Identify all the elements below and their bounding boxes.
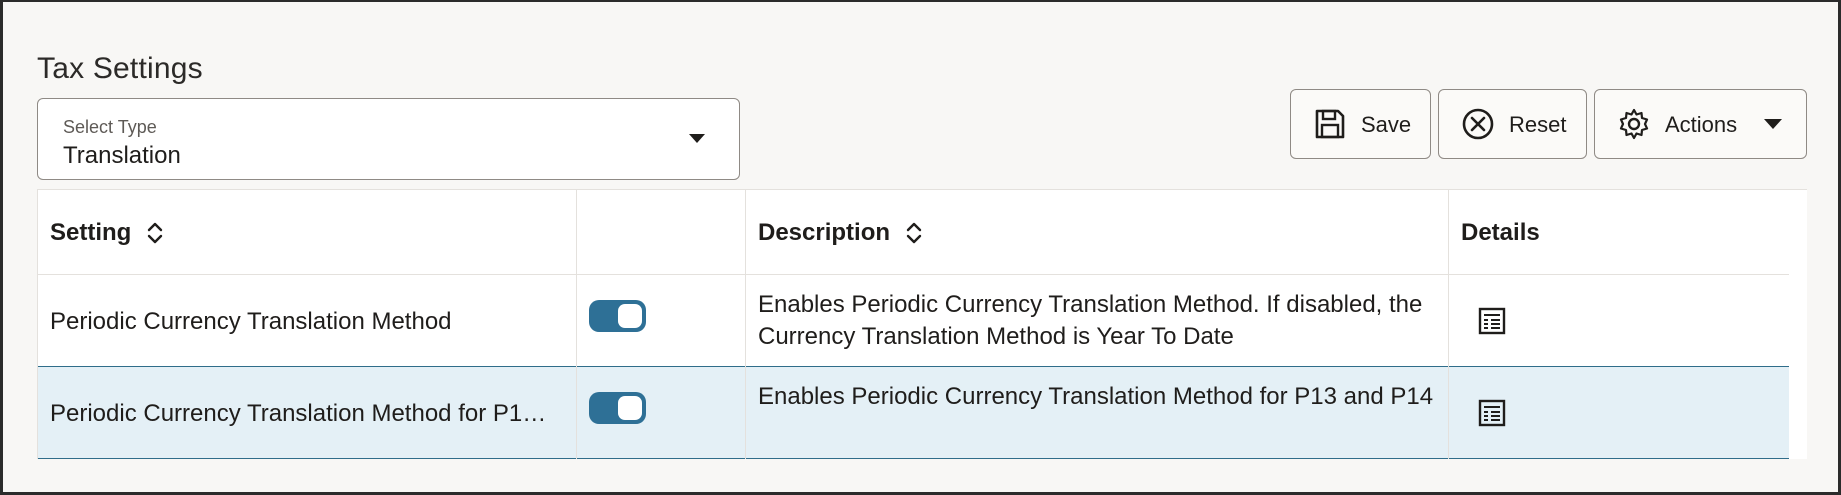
sort-icon [906,222,922,244]
setting-description: Enables Periodic Currency Translation Me… [758,291,1423,350]
save-button[interactable]: Save [1290,89,1431,159]
close-circle-icon [1461,107,1495,141]
toggle-knob [618,304,642,328]
app-frame: Tax Settings Select Type Translation Sav… [0,0,1841,495]
actions-button[interactable]: Actions [1594,89,1807,159]
reset-button[interactable]: Reset [1438,89,1587,159]
table-row[interactable]: Periodic Currency Translation Method Ena… [37,275,1789,367]
actions-button-label: Actions [1665,112,1738,137]
setting-name: Periodic Currency Translation Method [50,308,452,335]
column-divider [37,190,38,459]
table-row[interactable]: Periodic Currency Translation Method for… [37,367,1789,459]
column-header-details: Details [1461,219,1540,246]
chevron-down-icon [689,134,705,143]
save-button-label: Save [1361,112,1412,137]
save-icon [1313,107,1347,141]
toggle-knob [618,396,642,420]
settings-table: Setting Description Details Periodic Cur… [37,189,1807,459]
enabled-toggle[interactable] [589,392,646,424]
details-icon[interactable] [1477,398,1507,428]
sort-icon [148,222,163,244]
column-divider [745,190,746,459]
table-header: Setting Description Details [37,190,1789,275]
column-header-description-label: Description [758,219,891,246]
column-header-setting-label: Setting [50,219,132,246]
select-type-label: Select Type [63,117,157,137]
page-title: Tax Settings [37,52,203,85]
select-type-dropdown[interactable]: Select Type Translation [37,98,740,180]
column-header-setting[interactable]: Setting [50,219,165,247]
reset-button-label: Reset [1509,112,1567,137]
column-divider [576,190,577,459]
setting-description: Enables Periodic Currency Translation Me… [758,383,1434,410]
setting-name: Periodic Currency Translation Method for… [50,400,547,427]
column-header-description[interactable]: Description [758,219,924,247]
chevron-down-icon [1764,119,1782,129]
gear-icon [1617,107,1651,141]
details-icon[interactable] [1477,306,1507,336]
enabled-toggle[interactable] [589,300,646,332]
select-type-value: Translation [63,142,181,169]
column-divider [1448,190,1449,459]
